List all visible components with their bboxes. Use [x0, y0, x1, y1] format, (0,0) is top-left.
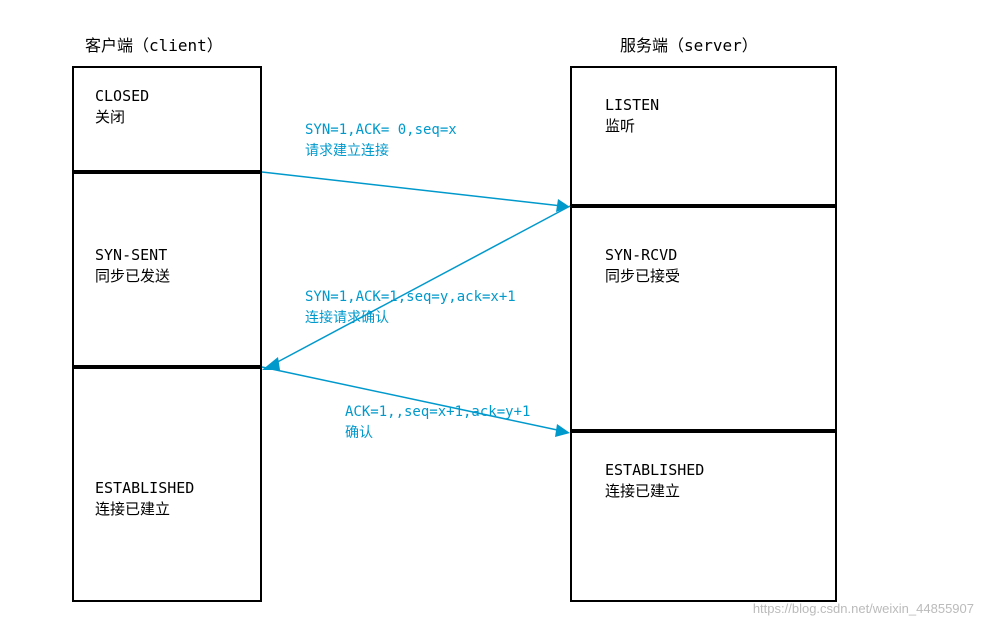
arrowhead-synack [262, 357, 280, 370]
client-synsent-en: SYN-SENT [95, 246, 167, 264]
msg2-desc: 连接请求确认 [305, 310, 389, 326]
client-state-established: ESTABLISHED 连接已建立 [95, 478, 194, 520]
msg2-params: SYN=1,ACK=1,seq=y,ack=x+1 [305, 289, 516, 305]
server-synrcvd-en: SYN-RCVD [605, 246, 677, 264]
client-header: 客户端（client） [85, 32, 223, 56]
server-listen-en: LISTEN [605, 96, 659, 114]
arrow-synack [270, 206, 570, 366]
msg1-label: SYN=1,ACK= 0,seq=x 请求建立连接 [305, 120, 457, 162]
arrow-syn [262, 172, 562, 206]
msg2-label: SYN=1,ACK=1,seq=y,ack=x+1 连接请求确认 [305, 287, 516, 329]
msg1-desc: 请求建立连接 [305, 143, 389, 159]
server-header: 服务端（server） [620, 32, 758, 56]
server-state-synrcvd: SYN-RCVD 同步已接受 [605, 245, 680, 287]
server-state-established-box [570, 431, 837, 602]
client-state-closed: CLOSED 关闭 [95, 86, 149, 128]
server-listen-cn: 监听 [605, 117, 635, 135]
server-state-listen: LISTEN 监听 [605, 95, 659, 137]
server-est-en: ESTABLISHED [605, 461, 704, 479]
msg1-params: SYN=1,ACK= 0,seq=x [305, 122, 457, 138]
server-est-cn: 连接已建立 [605, 482, 680, 500]
client-est-en: ESTABLISHED [95, 479, 194, 497]
client-closed-cn: 关闭 [95, 108, 125, 126]
client-synsent-cn: 同步已发送 [95, 267, 170, 285]
server-state-synrcvd-box [570, 206, 837, 431]
msg3-params: ACK=1,,seq=x+1,ack=y+1 [345, 404, 530, 420]
server-state-established: ESTABLISHED 连接已建立 [605, 460, 704, 502]
msg3-label: ACK=1,,seq=x+1,ack=y+1 确认 [345, 402, 530, 444]
client-closed-en: CLOSED [95, 87, 149, 105]
arrowhead-ack [555, 424, 570, 437]
arrowhead-syn [556, 199, 570, 212]
msg3-desc: 确认 [345, 425, 373, 441]
client-state-synsent: SYN-SENT 同步已发送 [95, 245, 170, 287]
server-synrcvd-cn: 同步已接受 [605, 267, 680, 285]
client-est-cn: 连接已建立 [95, 500, 170, 518]
watermark: https://blog.csdn.net/weixin_44855907 [753, 601, 974, 616]
